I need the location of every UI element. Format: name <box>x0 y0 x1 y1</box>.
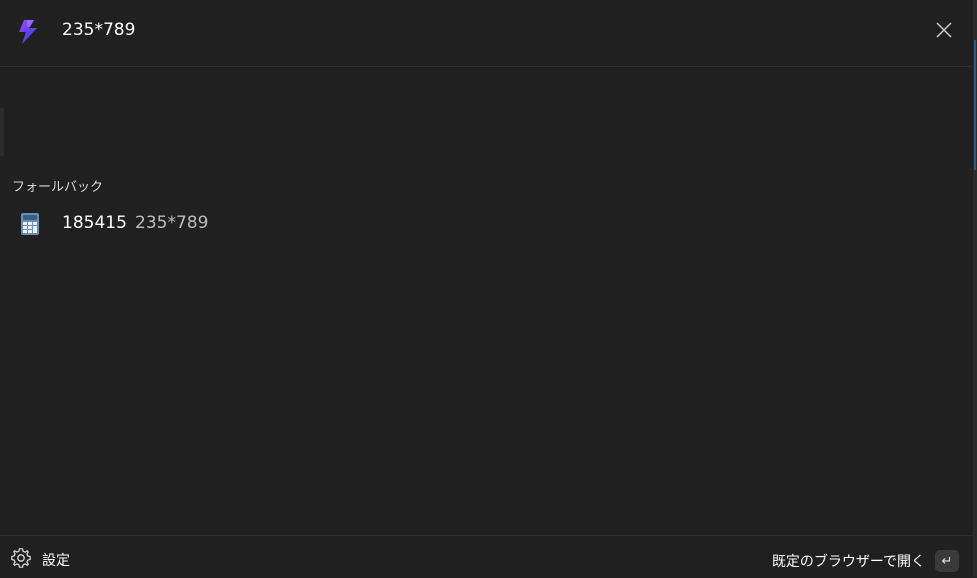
result-subtitle: 235*789 <box>135 213 209 233</box>
settings-button[interactable]: 設定 <box>10 548 70 572</box>
background-window-edge <box>973 0 977 577</box>
launcher-window: フォールバック 185415 235*789 <box>0 0 977 577</box>
gear-icon <box>10 547 32 573</box>
selection-indicator <box>0 108 4 156</box>
close-icon <box>935 21 953 43</box>
calculator-icon <box>20 212 40 236</box>
close-button[interactable] <box>930 18 958 46</box>
footer-bar: 設定 既定のブラウザーで開く ↵ <box>0 535 975 578</box>
search-bar <box>0 0 975 67</box>
background-window-accent <box>974 40 976 170</box>
enter-key-icon: ↵ <box>935 550 959 572</box>
settings-label: 設定 <box>42 553 70 569</box>
search-input[interactable] <box>62 16 882 44</box>
open-in-browser-button[interactable]: 既定のブラウザーで開く ↵ <box>772 548 959 574</box>
result-item-calculator[interactable]: 185415 235*789 <box>4 202 964 246</box>
result-title: 185415 <box>62 213 127 233</box>
lightning-bolt-icon <box>14 16 44 46</box>
section-header-fallback: フォールバック <box>12 180 104 195</box>
open-in-browser-label: 既定のブラウザーで開く <box>771 554 925 570</box>
